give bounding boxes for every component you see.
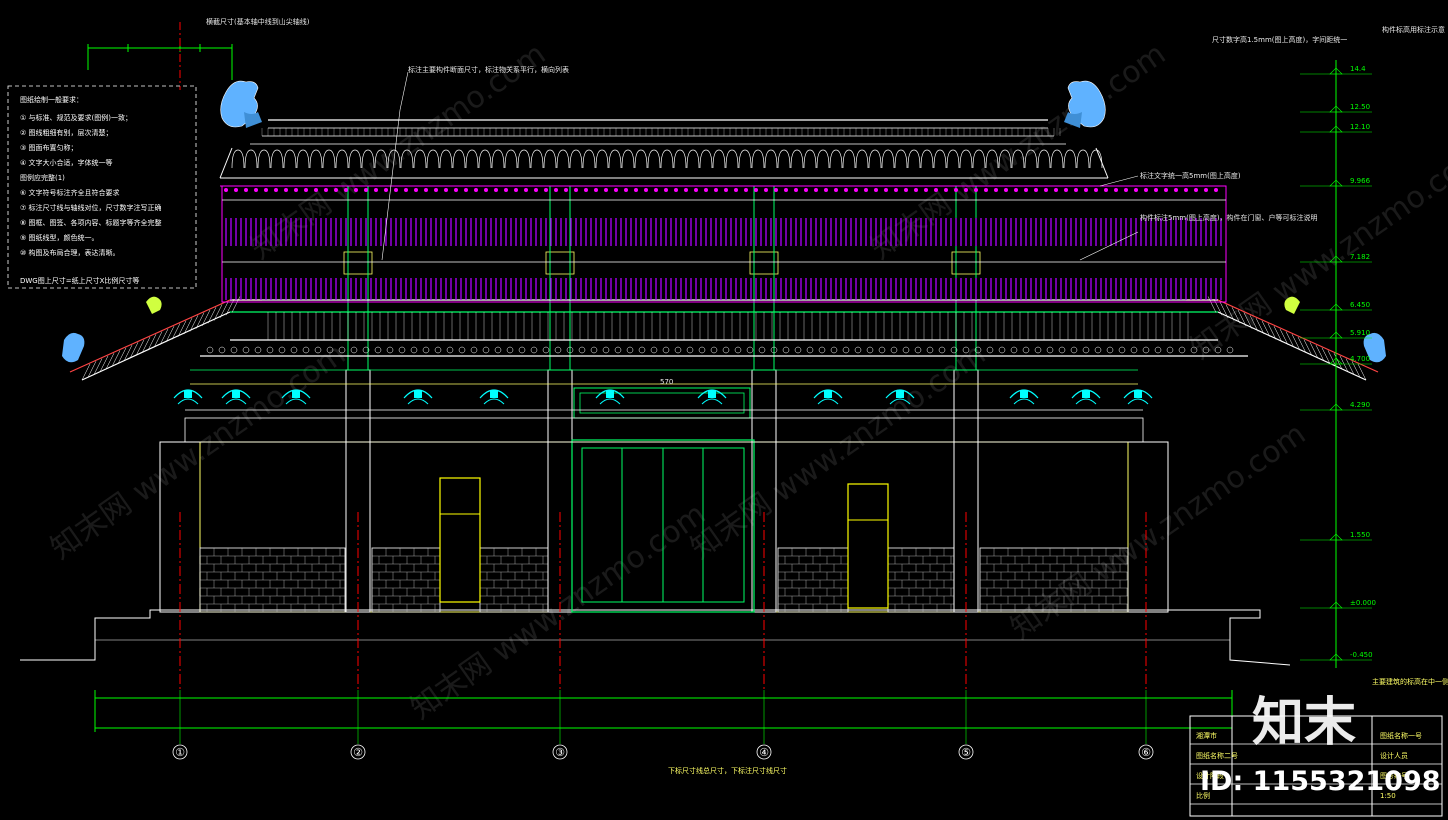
eave-tile-hatching xyxy=(81,296,1367,381)
left-note-item: 图例应完整(1) xyxy=(20,173,65,182)
elevation-label: 5.910 xyxy=(1350,329,1370,337)
axis-label: ② xyxy=(353,746,363,759)
bracket-sets xyxy=(173,389,1153,405)
right-window xyxy=(847,483,889,609)
watermark-layer: 知末网 www.znzmo.com 知末网 www.znzmo.com 知末网 ww… xyxy=(45,37,1448,727)
axis-label: ⑤ xyxy=(961,746,971,759)
left-notes-box: 图纸绘制一般要求： ① 与标准、规范及要求(图例)一致； ② 图线粗细有别，层次清… xyxy=(7,85,197,289)
title-block-cell: 设计人员 xyxy=(1380,751,1408,760)
right-note-4: 构件标注5mm(图上高度)，构件在门窗、户等可标注说明 xyxy=(1140,213,1318,222)
axis-label: ④ xyxy=(759,746,769,759)
left-notes-title: 图纸绘制一般要求： xyxy=(20,95,83,104)
left-note-item: ⑥ 文字符号标注齐全且符合要求 xyxy=(20,188,120,197)
axis-label: ③ xyxy=(555,746,565,759)
right-note-1: 尺寸数字高1.5mm(图上高度)，字间距统一 xyxy=(1212,35,1347,44)
clerestory-stripes xyxy=(222,188,1226,300)
watermark-text: 知末网 www.znzmo.com xyxy=(1185,137,1448,367)
left-notes-footer: DWG图上尺寸=纸上尺寸X比例尺寸等 xyxy=(20,276,139,285)
top-note: 横截尺寸(基本轴中线到山尖轴线) xyxy=(206,17,310,26)
elevation-label: 14.4 xyxy=(1350,65,1366,73)
axis-label: ① xyxy=(175,746,185,759)
title-block-cell: 湘潭市 xyxy=(1196,731,1217,740)
elevation-label: 6.450 xyxy=(1350,301,1370,309)
title-block-cell: 图纸名称一号 xyxy=(1380,731,1422,740)
left-note-item: ② 图线粗细有别，层次清楚； xyxy=(20,128,113,137)
elevation-label: 1.550 xyxy=(1350,531,1370,539)
platform-outline xyxy=(20,609,1291,666)
elevation-label: 9.966 xyxy=(1350,177,1371,185)
cad-elevation-drawing: 知末网 www.znzmo.com 知末网 www.znzmo.com 知末网 ww… xyxy=(7,17,1448,817)
left-window xyxy=(439,477,481,603)
bottom-dimensions xyxy=(94,690,1233,732)
brand-logo: 知末 xyxy=(1252,693,1356,753)
left-note-item: ⑦ 标注尺寸线与轴线对位，尺寸数字注写正确 xyxy=(20,203,162,212)
bottom-note: 下标尺寸线总尺寸，下标注尺寸线尺寸 xyxy=(668,766,787,775)
elevation-label: 12.50 xyxy=(1350,103,1370,111)
elevation-label: ±0.000 xyxy=(1350,599,1376,607)
elevation-label: 4.700 xyxy=(1350,355,1370,363)
elevation-label: 7.182 xyxy=(1350,253,1370,261)
building-elevation xyxy=(20,71,1386,690)
center-dimension: 570 xyxy=(660,378,673,386)
ridge-note: 标注主要构件断面尺寸，标注物关系平行，横向列表 xyxy=(408,65,569,74)
right-note-3: 标注文字统一高5mm(图上高度) xyxy=(1140,171,1241,180)
ridge-ornament-left xyxy=(220,80,262,128)
title-block-cell: 图纸名称二号 xyxy=(1196,751,1238,760)
eave-ornament-left xyxy=(62,296,162,363)
elevation-label: 4.290 xyxy=(1350,401,1370,409)
elevation-scale: 14.4 12.50 12.10 9.966 7.182 6.450 5.910 4.700 4… xyxy=(1300,60,1376,668)
left-note-item: ⑨ 图纸线型，颜色统一。 xyxy=(20,233,99,242)
left-note-item: ⑩ 构图及布局合理，表达清晰。 xyxy=(20,248,120,257)
left-note-item: ③ 图面布置匀称； xyxy=(20,143,78,152)
elevation-label: -0.450 xyxy=(1350,651,1373,659)
right-note-2: 构件标高用标注示意 xyxy=(1382,25,1445,34)
elevation-label: 12.10 xyxy=(1350,123,1370,131)
bottom-right-note: 主要建筑的标高在中一侧，注意标注尺寸 xyxy=(1372,677,1448,686)
watermark-text: 知末网 www.znzmo.com xyxy=(45,337,353,567)
brand-id: ID: 1155321098 xyxy=(1200,766,1441,797)
left-note-item: ⑧ 图框、图签、各项内容、标题字等齐全完整 xyxy=(20,218,162,227)
top-dimension-chain xyxy=(87,22,233,90)
left-note-item: ① 与标准、规范及要求(图例)一致； xyxy=(20,113,132,122)
left-note-item: ④ 文字大小合适，字体统一等 xyxy=(20,158,113,167)
watermark-text: 知末网 www.znzmo.com xyxy=(685,337,993,567)
axis-label: ⑥ xyxy=(1141,746,1151,759)
grid-axes: ① ② ③ ④ ⑤ ⑥ xyxy=(172,690,1154,760)
roof-tile-scallops xyxy=(231,128,1103,169)
